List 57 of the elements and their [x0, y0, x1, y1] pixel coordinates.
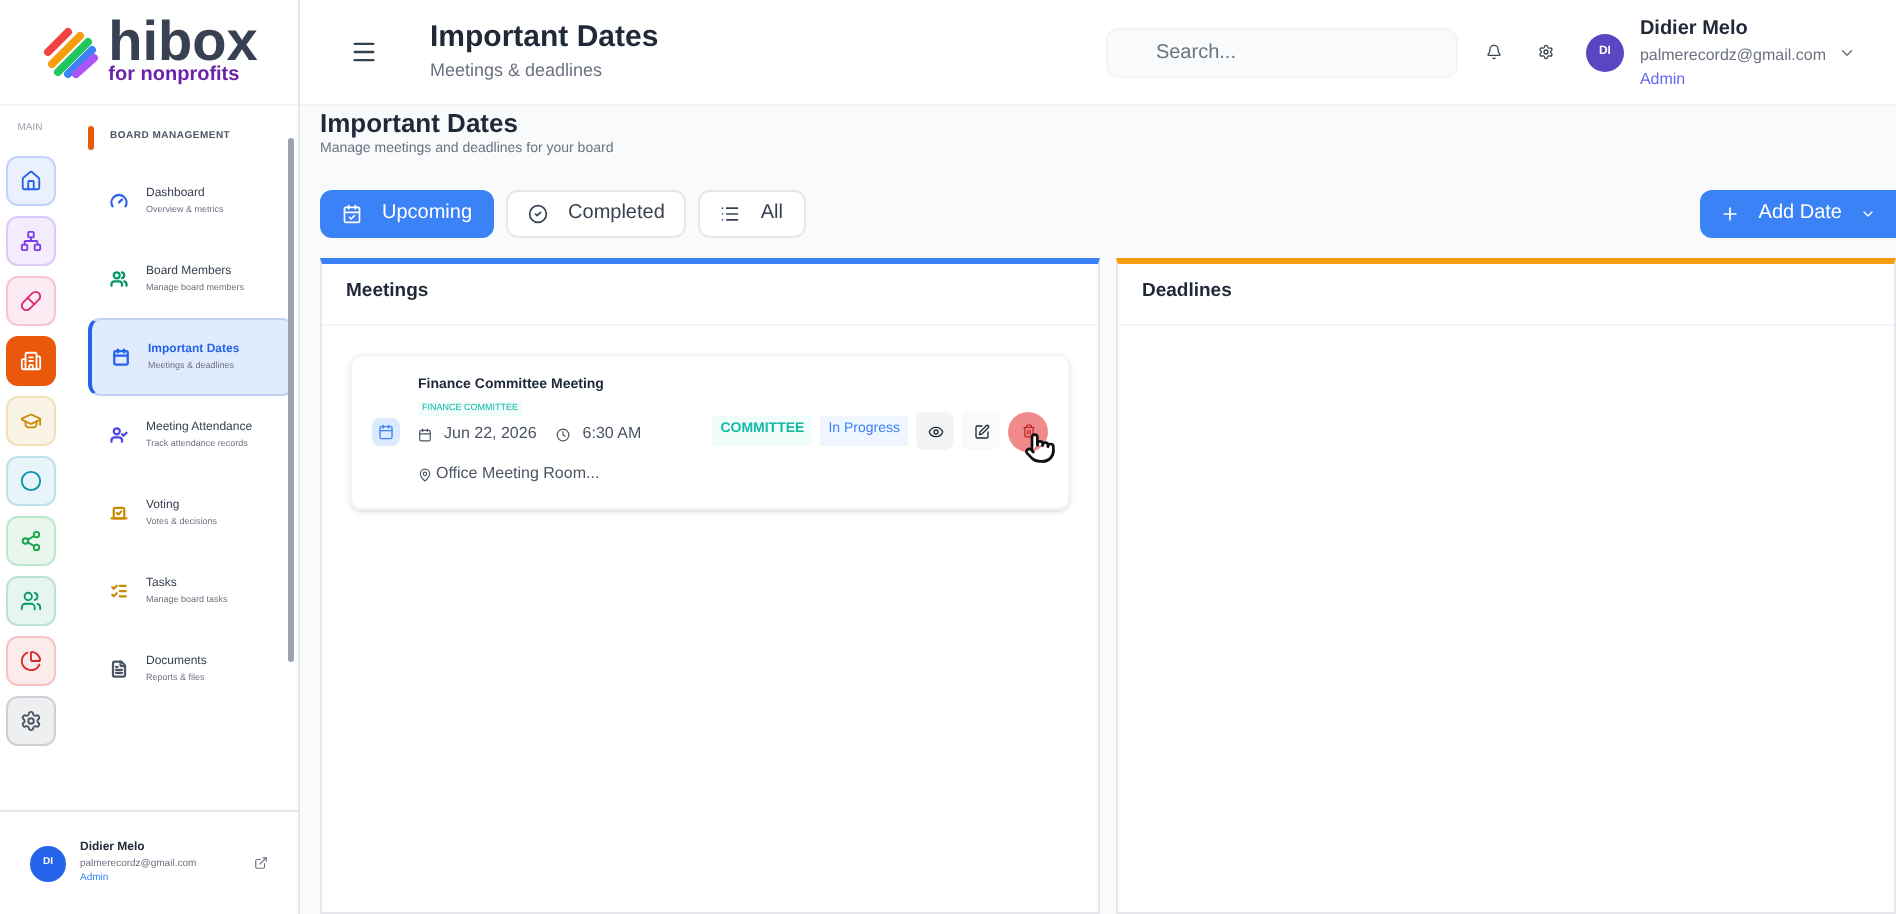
trash-icon: [1021, 424, 1035, 438]
logo-icon: [40, 24, 101, 80]
rail-button[interactable]: [5, 635, 55, 685]
header-title: Important Dates: [430, 18, 659, 59]
filter-tab[interactable]: Upcoming: [320, 189, 495, 237]
panel-title: Meetings: [346, 278, 429, 307]
rail-icon: [19, 589, 41, 611]
add-date-button[interactable]: Add Date: [1700, 189, 1896, 237]
pointer-icon: [1024, 431, 1056, 463]
rail-button[interactable]: [5, 695, 55, 745]
rail-icon: [19, 169, 41, 191]
edit-icon: [973, 423, 989, 439]
rail-icon: [19, 529, 41, 551]
panel-title: Deadlines: [1142, 278, 1232, 307]
bell-icon[interactable]: [1485, 44, 1502, 60]
rail-button[interactable]: [5, 275, 55, 325]
logout-icon[interactable]: [254, 856, 268, 870]
edit-button[interactable]: [962, 412, 1000, 450]
page-title: Important Dates: [320, 108, 520, 140]
rail-icon: [19, 409, 41, 431]
calendar-icon: [342, 203, 362, 223]
meeting-time: 6:30 AM: [582, 422, 642, 447]
user-role: Admin: [1639, 67, 1688, 91]
rail-button[interactable]: [5, 575, 55, 625]
location-icon: [418, 467, 432, 482]
eye-icon: [927, 423, 943, 439]
settings-icon[interactable]: [1537, 44, 1554, 60]
rail-button[interactable]: [5, 335, 55, 385]
filter-tab[interactable]: All: [698, 189, 806, 237]
rail-icon: [19, 649, 41, 671]
rail-icon: [19, 469, 41, 491]
rail-button[interactable]: [5, 455, 55, 505]
clock-icon: [556, 427, 571, 442]
section-marker: [88, 126, 94, 150]
header-subtitle: Meetings & deadlines: [430, 58, 605, 85]
logo-name: hibox: [108, 18, 258, 66]
rail-button[interactable]: [5, 515, 55, 565]
rail-icon: [19, 709, 41, 731]
calendar-badge: [372, 417, 400, 445]
meeting-location: Office Meeting Room...: [436, 462, 600, 487]
user-email: palmerecordz@gmail.com: [1639, 43, 1826, 67]
view-button[interactable]: [916, 412, 954, 450]
rail-icon: [19, 229, 41, 251]
user-name: Didier Melo: [1639, 15, 1750, 43]
logo-tagline: for nonprofits: [108, 66, 242, 86]
plus-icon: [1720, 203, 1741, 223]
meeting-date: Jun 22, 2026: [444, 422, 537, 447]
rail-icon: [19, 349, 41, 371]
rail-button[interactable]: [5, 215, 55, 265]
rail-button[interactable]: [5, 155, 55, 205]
filter-tab[interactable]: Completed: [506, 189, 687, 237]
calendar-icon: [418, 427, 432, 442]
rail-icon: [19, 289, 41, 311]
menu-icon[interactable]: [350, 38, 378, 66]
check-circle-icon: [528, 203, 549, 223]
list-icon: [720, 203, 741, 223]
search-field[interactable]: Search...: [1105, 27, 1458, 77]
